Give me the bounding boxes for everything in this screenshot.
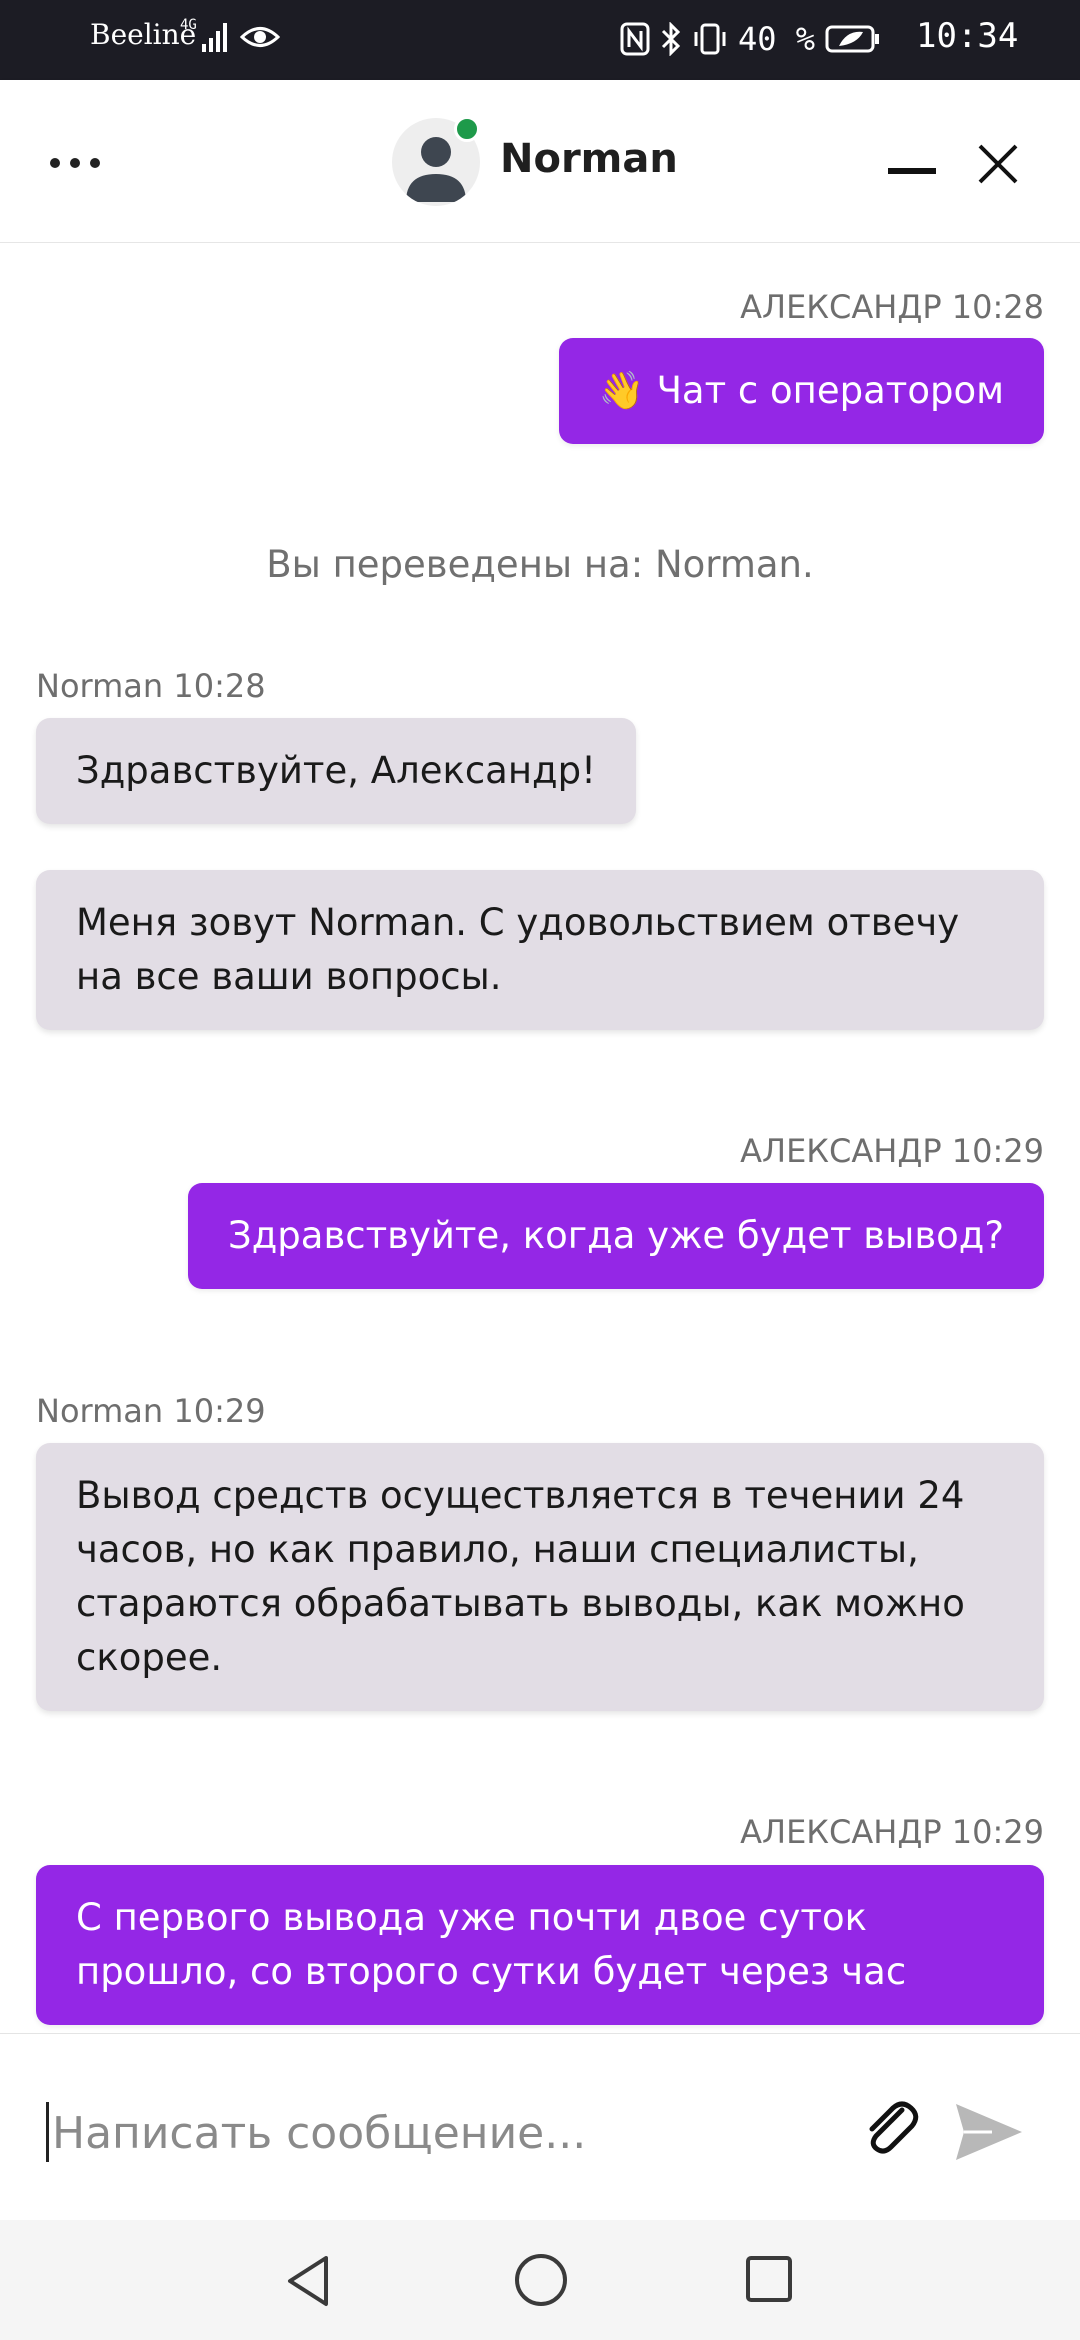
home-icon[interactable] [513, 2252, 569, 2308]
battery-percent: 40 % [738, 20, 816, 58]
system-nav-bar [0, 2220, 1080, 2340]
message-line: Вывод средств осуществляется в течении 2… [76, 1474, 965, 1517]
message-input[interactable] [50, 2090, 814, 2176]
message-line: на все ваши вопросы. [76, 955, 502, 998]
dot [50, 158, 60, 168]
more-icon[interactable] [50, 158, 100, 168]
message-line: стараются обрабатывать выводы, как можно [76, 1582, 965, 1625]
status-bar: Beeline 4G 40 % 10:34 [0, 0, 1080, 80]
recents-icon[interactable] [744, 2254, 794, 2304]
signal-icon [202, 23, 227, 52]
send-icon[interactable] [952, 2100, 1024, 2164]
eye-icon [240, 27, 280, 47]
attach-icon[interactable] [858, 2096, 924, 2162]
message-line: прошло, со второго сутки будет через час [76, 1950, 907, 1993]
close-icon[interactable] [976, 142, 1020, 186]
chat-messages[interactable]: АЛЕКСАНДР 10:28 👋 Чат с оператором Вы пе… [0, 243, 1080, 2033]
message-meta: Norman 10:28 [36, 667, 266, 705]
message-composer [0, 2033, 1080, 2221]
message-line: Меня зовут Norman. С удовольствием отвеч… [76, 901, 960, 944]
agent-name: Norman [500, 136, 678, 182]
dot [70, 158, 80, 168]
message-meta: Norman 10:29 [36, 1392, 266, 1430]
minimize-button[interactable] [888, 168, 936, 174]
message-meta: АЛЕКСАНДР 10:29 [740, 1813, 1044, 1851]
chat-header: Norman [0, 80, 1080, 243]
message-line: часов, но как правило, наши специалисты, [76, 1528, 919, 1571]
message-meta: АЛЕКСАНДР 10:29 [740, 1132, 1044, 1170]
outgoing-message: С первого вывода уже почти двое суток пр… [36, 1865, 1044, 2025]
back-icon[interactable] [284, 2254, 332, 2308]
incoming-message: Меня зовут Norman. С удовольствием отвеч… [36, 870, 1044, 1030]
text-cursor [46, 2102, 49, 2162]
network-type-label: 4G [180, 17, 197, 33]
dot [90, 158, 100, 168]
incoming-message: Вывод средств осуществляется в течении 2… [36, 1443, 1044, 1711]
vibrate-icon [694, 23, 726, 55]
message-line: С первого вывода уже почти двое суток [76, 1896, 867, 1939]
bluetooth-icon [661, 22, 681, 56]
battery-icon [825, 25, 880, 53]
nfc-icon [620, 22, 650, 56]
outgoing-message: Здравствуйте, когда уже будет вывод? [187, 1183, 1044, 1289]
outgoing-message: 👋 Чат с оператором [558, 338, 1044, 444]
system-note: Вы переведены на: Norman. [266, 543, 814, 586]
clock: 10:34 [916, 16, 1019, 56]
message-meta: АЛЕКСАНДР 10:28 [740, 288, 1044, 326]
incoming-message: Здравствуйте, Александр! [36, 718, 636, 824]
online-status-dot [454, 116, 480, 142]
message-line: скорее. [76, 1636, 223, 1679]
